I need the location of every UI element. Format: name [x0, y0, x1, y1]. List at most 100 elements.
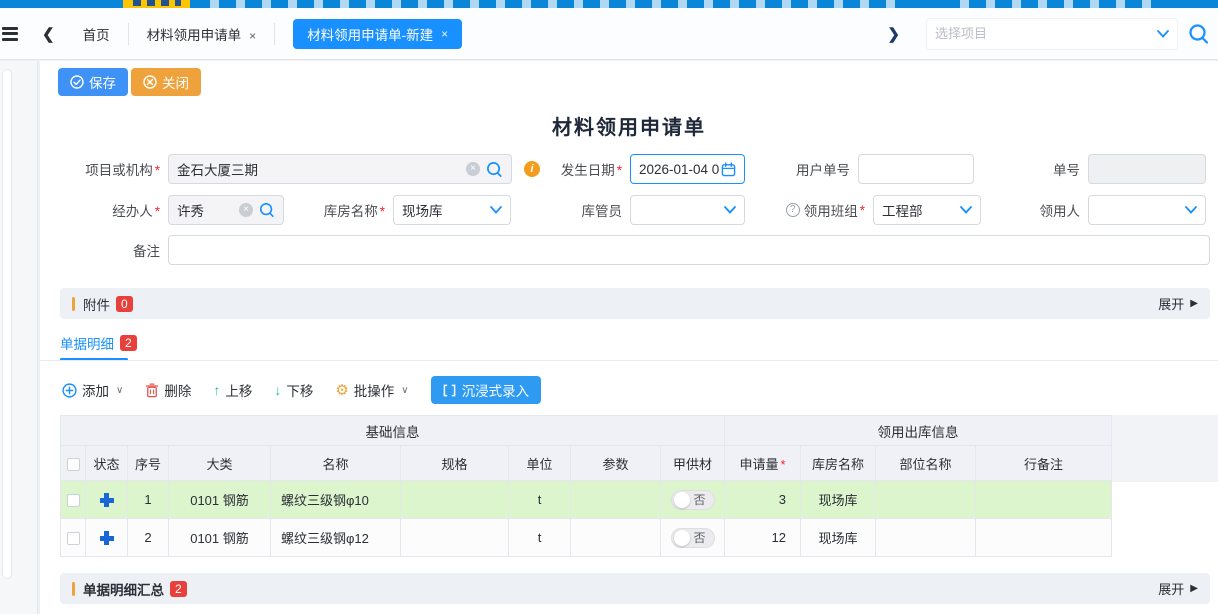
tab-material-requisition[interactable]: 材料领用申请单×	[147, 24, 257, 44]
summary-count-badge: 2	[170, 581, 187, 597]
question-circle-icon[interactable]: ?	[786, 203, 800, 217]
col-status: 状态	[86, 446, 128, 481]
required-star: *	[380, 204, 385, 219]
project-search-input[interactable]	[935, 26, 1157, 41]
app-window: ❮ 首页 材料领用申请单× 材料领用申请单-新建× ❯ 保存	[0, 0, 1218, 614]
owner-supplied-toggle[interactable]: 否	[671, 490, 715, 510]
col-owner-supplied: 甲供材	[661, 446, 725, 481]
tab-close-icon[interactable]: ×	[441, 27, 448, 41]
move-down-button[interactable]: ↓ 下移	[274, 380, 313, 400]
table-row[interactable]: 1 0101 钢筋 螺纹三级钢φ10 t 否 3 现场库	[61, 481, 1112, 519]
tabs-scroll-left-icon[interactable]: ❮	[42, 25, 55, 43]
remark-input[interactable]	[168, 235, 1210, 265]
attachments-label: 附件	[83, 294, 110, 314]
row-checkbox[interactable]	[67, 494, 80, 507]
recipient-select[interactable]	[1088, 195, 1206, 225]
collapsed-sidebar-panel[interactable]	[2, 69, 12, 579]
date-input[interactable]: 2026-01-04 0	[630, 154, 745, 184]
batch-operations-button[interactable]: ⚙ 批操作∨	[335, 380, 408, 400]
user-no-label: 用户单号	[740, 159, 850, 179]
attachments-section-bar[interactable]: 附件 0 展开 ▶	[60, 288, 1210, 319]
summary-expand-button[interactable]: 展开 ▶	[1158, 579, 1198, 598]
required-star: *	[617, 163, 622, 178]
attachments-expand-button[interactable]: 展开 ▶	[1158, 294, 1198, 313]
delete-button[interactable]: 删除	[145, 380, 191, 400]
warehouse-label: 库房名称	[324, 204, 378, 219]
field-warehouse: 库房名称* 现场库	[285, 195, 511, 225]
top-nav-active-item[interactable]	[123, 0, 190, 8]
section-accent-bar	[72, 297, 75, 311]
summary-label: 单据明细汇总	[83, 579, 164, 599]
tab-close-icon[interactable]: ×	[249, 29, 256, 43]
table-group-header-row: 基础信息 领用出库信息	[61, 416, 1112, 446]
col-param: 参数	[571, 446, 661, 481]
calendar-icon[interactable]	[721, 162, 736, 177]
col-unit: 单位	[509, 446, 571, 481]
keeper-select[interactable]	[630, 195, 745, 225]
chevron-down-icon	[1185, 206, 1197, 214]
detail-count-badge: 2	[120, 335, 137, 351]
project-label: 项目或机构	[85, 163, 153, 178]
owner-supplied-toggle[interactable]: 否	[671, 528, 715, 548]
tab-divider-line	[40, 360, 1218, 361]
tab-bar: ❮ 首页 材料领用申请单× 材料领用申请单-新建× ❯	[0, 8, 1218, 60]
lookup-search-icon[interactable]	[486, 161, 503, 178]
table-row[interactable]: 2 0101 钢筋 螺纹三级钢φ12 t 否 12 现场库	[61, 519, 1112, 557]
clear-icon[interactable]: ×	[466, 162, 480, 176]
menu-hamburger-icon[interactable]	[2, 27, 18, 41]
col-quantity: 申请量*	[725, 446, 801, 481]
move-up-button[interactable]: ↑ 上移	[213, 380, 252, 400]
user-no-input[interactable]	[858, 154, 974, 184]
tab-home[interactable]: 首页	[83, 24, 110, 44]
x-circle-icon	[143, 75, 157, 89]
team-select[interactable]: 工程部	[873, 195, 981, 225]
field-project: 项目或机构* 金石大厦三期 ×	[60, 154, 512, 184]
field-recipient: 领用人	[980, 195, 1206, 225]
immersive-entry-button[interactable]: 沉浸式录入	[431, 376, 542, 404]
plus-circle-icon	[62, 383, 77, 398]
table-header-row: 状态 序号 大类 名称 规格 单位 参数 甲供材 申请量* 库房名称 部位名称 …	[61, 446, 1112, 481]
project-lookup-input[interactable]: 金石大厦三期 ×	[168, 154, 512, 184]
triangle-right-icon: ▶	[1190, 583, 1198, 594]
table-header-filler	[1111, 415, 1218, 482]
required-star: *	[860, 203, 865, 218]
clear-icon[interactable]: ×	[239, 203, 253, 217]
top-nav-strip	[0, 0, 1218, 8]
detail-summary-section-bar[interactable]: 单据明细汇总 2 展开 ▶	[60, 573, 1210, 604]
chevron-down-icon[interactable]	[1157, 30, 1169, 38]
main-panel: 保存 关闭 材料领用申请单 项目或机构* 金石大厦三期 × i	[40, 61, 1218, 614]
attachments-count-badge: 0	[116, 296, 133, 312]
remark-label: 备注	[60, 240, 160, 260]
doc-no-input	[1088, 154, 1206, 184]
tabs-scroll-right-icon[interactable]: ❯	[887, 25, 900, 43]
tab-material-requisition-new[interactable]: 材料领用申请单-新建×	[293, 19, 462, 49]
lookup-search-icon[interactable]	[259, 202, 275, 218]
col-name: 名称	[271, 446, 401, 481]
field-handler: 经办人* 许秀 ×	[60, 195, 284, 225]
tab-detail-lines[interactable]: 单据明细 2	[60, 333, 137, 353]
chevron-down-icon	[490, 206, 502, 214]
required-star: *	[155, 163, 160, 178]
select-all-checkbox[interactable]	[67, 458, 80, 471]
close-button[interactable]: 关闭	[131, 68, 201, 96]
group-basic-info: 基础信息	[61, 416, 725, 446]
project-search-box[interactable]	[926, 18, 1178, 50]
chevron-down-icon	[960, 206, 972, 214]
tab-separator	[128, 23, 129, 45]
check-circle-icon	[70, 75, 84, 89]
row-status-add-icon	[100, 531, 114, 545]
col-category: 大类	[169, 446, 271, 481]
top-nav-clipped-text	[960, 0, 1160, 8]
top-nav-clipped-text	[210, 0, 900, 8]
keeper-label: 库管员	[510, 200, 622, 220]
arrow-up-icon: ↑	[213, 382, 220, 398]
add-button[interactable]: 添加∨	[62, 380, 123, 400]
team-label: 领用班组	[804, 200, 858, 220]
row-checkbox[interactable]	[67, 532, 80, 545]
handler-lookup-input[interactable]: 许秀 ×	[168, 195, 284, 225]
warehouse-select[interactable]: 现场库	[393, 195, 511, 225]
search-icon[interactable]	[1188, 23, 1210, 45]
col-seq: 序号	[128, 446, 169, 481]
col-line-remark: 行备注	[976, 446, 1112, 481]
save-button[interactable]: 保存	[58, 68, 128, 96]
